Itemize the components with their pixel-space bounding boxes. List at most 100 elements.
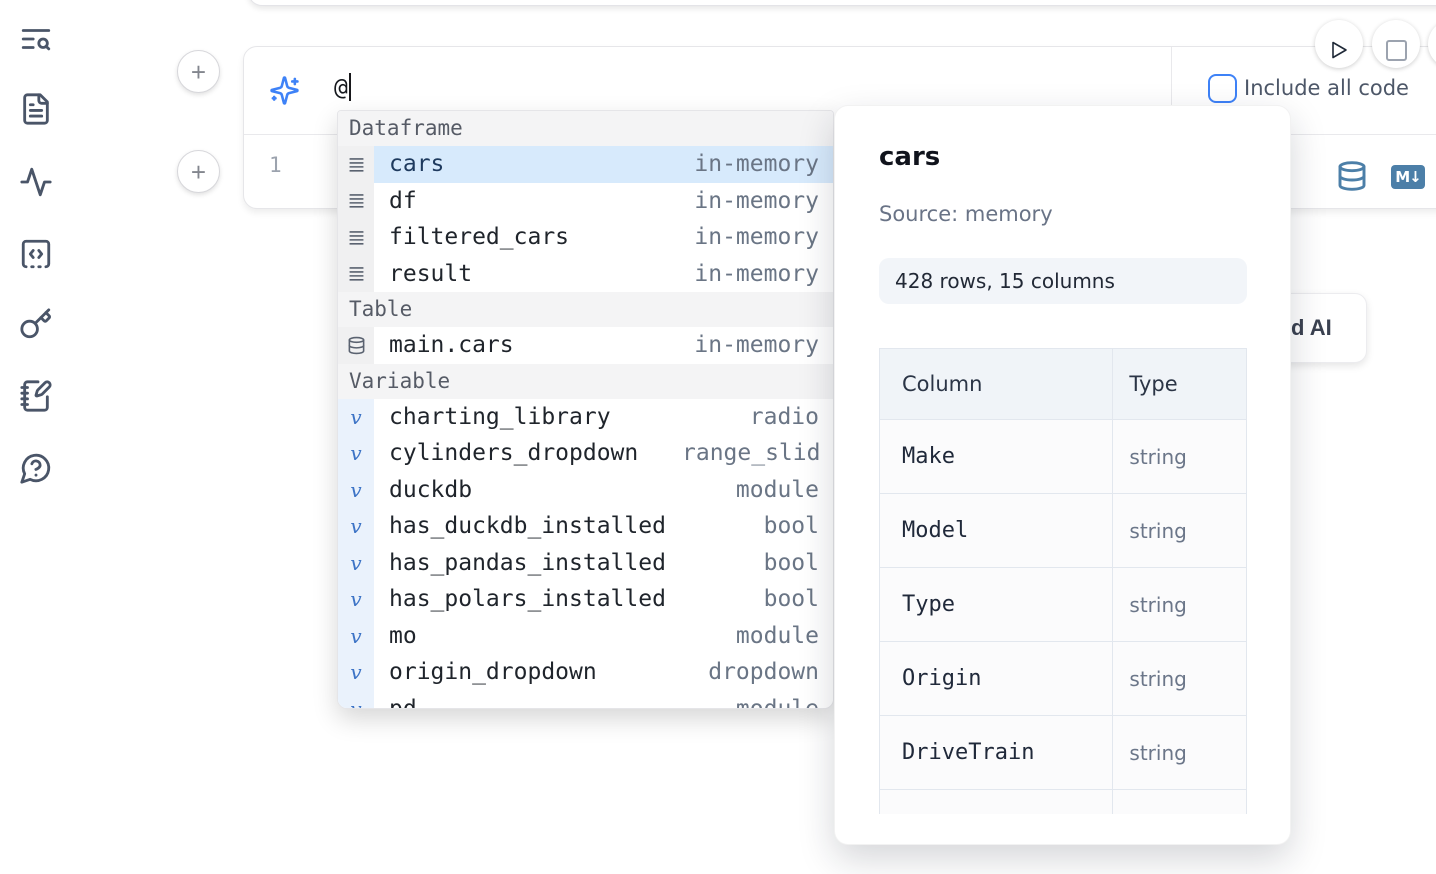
shape-badge: 428 rows, 15 columns — [879, 258, 1247, 304]
preview-title: cars — [879, 142, 940, 172]
completion-item[interactable]: vhas_duckdb_installedbool — [338, 508, 833, 545]
variable-icon: v — [338, 618, 374, 655]
completion-detail: bool — [764, 513, 819, 539]
variable-icon: v — [338, 399, 374, 436]
variable-icon: v — [338, 654, 374, 691]
column-type: string — [1113, 568, 1247, 642]
completion-detail: range_slider — [682, 440, 819, 466]
completion-detail: radio — [750, 404, 819, 430]
sidebar — [0, 0, 72, 874]
completion-item[interactable]: carsin-memory — [338, 146, 833, 183]
preview-source: Source: memory — [879, 202, 1053, 226]
completion-detail: in-memory — [694, 224, 819, 250]
notebook-pen-icon[interactable] — [19, 379, 53, 413]
completion-name: origin_dropdown — [389, 659, 597, 685]
completion-item[interactable]: v origin_dropdown dropdown — [338, 654, 833, 691]
schema-row-clipped — [880, 790, 1247, 815]
stop-button[interactable] — [1372, 20, 1420, 68]
schema-row: Modelstring — [880, 494, 1247, 568]
completion-section-label: Dataframe — [338, 111, 833, 146]
dataframe-icon — [338, 219, 374, 256]
add-cell-above-button[interactable]: + — [177, 50, 220, 93]
schema-row: DriveTrainstring — [880, 716, 1247, 790]
completion-section-label: Variable — [338, 364, 833, 399]
completion-detail: in-memory — [694, 261, 819, 287]
sparkles-icon — [269, 75, 300, 106]
completion-section-label: Table — [338, 292, 833, 327]
completion-detail: module — [736, 477, 819, 503]
add-cell-below-button[interactable]: + — [177, 150, 220, 193]
key-icon[interactable] — [19, 307, 53, 341]
completion-item[interactable]: vmo module — [338, 618, 833, 655]
schema-row: Makestring — [880, 420, 1247, 494]
completion-detail: dropdown — [708, 659, 819, 685]
completion-name: charting_library — [389, 404, 611, 430]
completion-name: cylinders_dropdown — [389, 440, 638, 466]
table-icon — [338, 327, 374, 364]
column-name: Type — [880, 568, 1113, 642]
ai-prompt-input[interactable]: @ — [334, 73, 351, 101]
completion-detail: in-memory — [694, 332, 819, 358]
ai-prompt-value: @ — [334, 75, 348, 101]
include-all-code-label: Include all code — [1244, 76, 1409, 100]
column-name: Origin — [880, 642, 1113, 716]
column-type: string — [1113, 494, 1247, 568]
completion-detail: module — [736, 696, 819, 709]
help-chat-icon[interactable] — [19, 451, 53, 485]
datasource-icon[interactable] — [1336, 160, 1368, 192]
activity-icon[interactable] — [19, 165, 53, 199]
text-search-icon[interactable] — [19, 22, 53, 56]
run-cell-button[interactable] — [1315, 20, 1363, 68]
completion-detail: bool — [764, 586, 819, 612]
variable-icon: v — [338, 581, 374, 618]
completion-item[interactable]: vhas_pandas_installedbool — [338, 545, 833, 582]
completion-item[interactable]: filtered_carsin-memory — [338, 219, 833, 256]
completion-detail: module — [736, 623, 819, 649]
column-name: Make — [880, 420, 1113, 494]
line-number: 1 — [269, 153, 282, 177]
completion-item[interactable]: df in-memory — [338, 183, 833, 220]
completion-name: has_polars_installed — [389, 586, 666, 612]
variable-icon: v — [338, 472, 374, 509]
file-text-icon[interactable] — [19, 92, 53, 126]
completion-item[interactable]: v cylinders_dropdown range_slider — [338, 435, 833, 472]
completion-item[interactable]: main.cars in-memory — [338, 327, 833, 364]
completion-name: result — [389, 261, 472, 287]
schema-header: Type — [1113, 349, 1247, 420]
completion-item[interactable]: v pd module — [338, 691, 833, 710]
schema-row: Originstring — [880, 642, 1247, 716]
completion-item[interactable]: v charting_library radio — [338, 399, 833, 436]
dataframe-preview-panel: cars Source: memory 428 rows, 15 columns… — [834, 105, 1291, 845]
column-type: string — [1113, 642, 1247, 716]
schema-row: Typestring — [880, 568, 1247, 642]
completion-item[interactable]: result in-memory — [338, 256, 833, 293]
variable-icon: v — [338, 545, 374, 582]
schema-table-wrap: ColumnTypeMakestringModelstringTypestrin… — [879, 348, 1248, 814]
column-name: Model — [880, 494, 1113, 568]
schema-table: ColumnTypeMakestringModelstringTypestrin… — [879, 348, 1247, 814]
markdown-icon: M↓ — [1391, 165, 1425, 189]
completion-name: pd — [389, 696, 417, 709]
code-snippets-icon[interactable] — [19, 237, 53, 271]
variable-icon: v — [338, 435, 374, 472]
completion-item[interactable]: v has_polars_installed bool — [338, 581, 833, 618]
completion-name: df — [389, 188, 417, 214]
completion-name: main.cars — [389, 332, 514, 358]
ai-assist-button-label: d AI — [1291, 315, 1332, 341]
marimo-notebook: + + @ Include all code 1 M↓ d AI Datafra… — [0, 0, 1436, 874]
include-all-code-checkbox[interactable] — [1208, 74, 1237, 103]
completion-detail: in-memory — [694, 188, 819, 214]
schema-header: Column — [880, 349, 1113, 420]
completion-name: has_pandas_installed — [389, 550, 666, 576]
completion-name: mo — [389, 623, 417, 649]
dataframe-icon — [338, 146, 374, 183]
column-type: string — [1113, 716, 1247, 790]
completion-detail: in-memory — [694, 151, 819, 177]
completion-item[interactable]: vduckdbmodule — [338, 472, 833, 509]
autocomplete-popup: Dataframecarsin-memorydfin-memoryfiltere… — [337, 110, 834, 709]
dataframe-icon — [338, 183, 374, 220]
completion-name: has_duckdb_installed — [389, 513, 666, 539]
column-type: string — [1113, 420, 1247, 494]
variable-icon: v — [338, 691, 374, 710]
column-name: DriveTrain — [880, 716, 1113, 790]
